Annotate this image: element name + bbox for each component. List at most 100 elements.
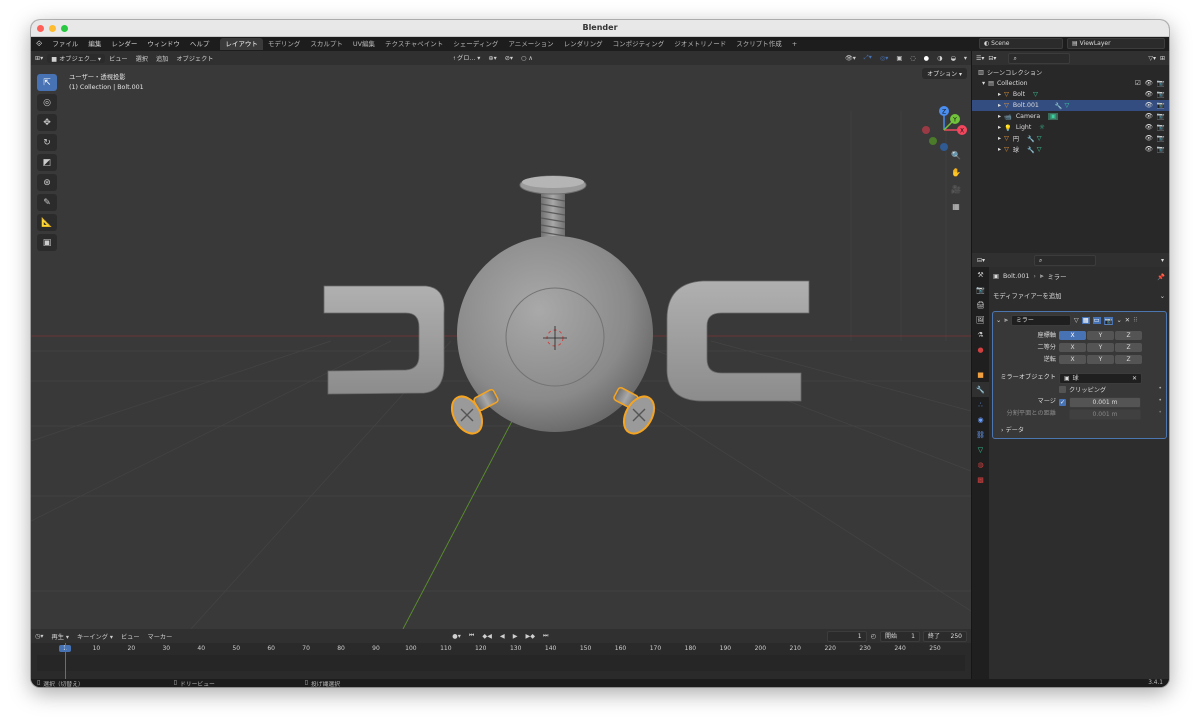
gizmo-neg-x[interactable] [922,126,930,134]
shading-rendered-icon[interactable]: ◒ [946,55,959,62]
visibility-icon[interactable]: 👁▾ [841,54,860,62]
jump-end-icon[interactable]: ⏭ [539,632,553,640]
overlay-toggle-icon[interactable]: ◎▾ [876,55,893,62]
right-magnet-mesh[interactable] [666,280,810,402]
current-frame-field[interactable]: 1 [826,630,867,642]
drag-handle-icon[interactable]: ⠿ [1133,317,1138,324]
merge-checkbox[interactable]: ✓ [1059,399,1066,406]
menu-file[interactable]: ファイル [47,37,83,51]
bisect-z-toggle[interactable]: Z [1115,343,1142,352]
record-icon[interactable]: ●▾ [448,633,465,640]
modifier-tab-icon[interactable]: 🔧 [972,382,989,397]
start-frame-field[interactable]: 開始 1 [880,630,920,642]
edit-mode-toggle-icon[interactable]: ▦ [1081,317,1090,324]
workspace-tab-compositing[interactable]: コンポジティング [608,38,670,50]
playback-menu[interactable]: 再生 ▾ [48,632,73,641]
zoom-icon[interactable]: 🔍 [947,149,965,163]
view-layer-selector[interactable]: ▤ ViewLayer [1067,38,1165,49]
annotate-tool-icon[interactable]: ✎ [37,194,57,211]
outliner-item-bolt[interactable]: ▸ ▽ Bolt ▽ 👁 📷 [972,89,1169,100]
timeline-editor-type-icon[interactable]: ◷▾ [31,633,48,640]
outliner-filter-icon[interactable]: ▽▾ [1148,55,1156,62]
properties-options-icon[interactable]: ▾ [1156,257,1169,264]
properties-search-input[interactable]: ⌕ [1034,254,1097,266]
workspace-tab-uv[interactable]: UV編集 [348,38,380,50]
view-layer-tab-icon[interactable]: 🖼 [972,312,989,327]
left-magnet-mesh[interactable] [323,285,445,395]
add-workspace-button[interactable]: + [787,38,802,50]
material-tab-icon[interactable]: ◍ [972,457,989,472]
keying-menu[interactable]: キーイング ▾ [73,632,117,641]
camera-view-icon[interactable]: 🎥 [947,183,965,197]
transform-orientation-selector[interactable]: ⟊ グロ... ▾ [449,53,484,63]
render-icon[interactable]: 📷 [1157,144,1165,155]
collection-checkbox-icon[interactable]: ☑ [1135,78,1141,89]
physics-tab-icon[interactable]: ◉ [972,412,989,427]
properties-editor-type-icon[interactable]: ⊟▾ [972,257,990,264]
measure-tool-icon[interactable]: 📐 [37,214,57,231]
outliner-editor-type-icon[interactable]: ☰▾ [976,55,984,62]
edit-cage-icon[interactable]: ▽ [1074,317,1079,324]
options-button[interactable]: オプション ▾ [922,68,967,79]
blender-logo-icon[interactable]: ⟐ [31,37,47,51]
scene-selector[interactable]: ◐ Scene [979,38,1063,49]
play-reverse-icon[interactable]: ◀ [496,633,509,640]
end-frame-field[interactable]: 終了 250 [923,630,967,642]
tool-tab-icon[interactable]: ⚒ [972,267,989,282]
expand-arrow-icon[interactable]: ▸ [998,91,1001,98]
expand-arrow-icon[interactable]: ▸ [998,135,1001,142]
particles-tab-icon[interactable]: ∴ [972,397,989,412]
playhead[interactable] [65,643,66,679]
texture-tab-icon[interactable]: ▩ [972,472,989,487]
menu-edit[interactable]: 編集 [83,37,106,51]
workspace-tab-layout[interactable]: レイアウト [220,38,263,50]
clipping-checkbox[interactable]: クリッピング [1059,385,1106,394]
collection-render-icon[interactable]: 📷 [1157,78,1165,89]
shading-material-icon[interactable]: ◑ [933,55,946,62]
collection-visibility-icon[interactable]: 👁 [1145,78,1153,89]
snap-icon[interactable]: ⊘▾ [501,55,517,62]
workspace-tab-sculpt[interactable]: スカルプト [305,38,348,50]
flip-z-toggle[interactable]: Z [1115,355,1142,364]
workspace-tab-texture-paint[interactable]: テクスチャペイント [380,38,448,50]
view-menu[interactable]: ビュー [105,54,132,63]
bisect-distance-field[interactable]: 0.001 m [1069,409,1141,420]
outliner-item-circle[interactable]: ▸ ▽ 円 🔧 ▽ 👁 📷 [972,133,1169,144]
selected-bolt-left[interactable] [446,388,499,439]
data-subpanel-header[interactable]: › データ [993,425,1168,435]
bisect-x-toggle[interactable]: X [1059,343,1086,352]
mode-selector[interactable]: ■ オブジェク... ▾ [47,53,106,63]
visibility-icon[interactable]: 👁 [1145,133,1153,144]
select-menu[interactable]: 選択 [132,54,152,63]
proportional-edit-icon[interactable]: ○ ∧ [517,55,537,62]
outliner-search-input[interactable]: ⌕ [1008,52,1071,64]
world-tab-icon[interactable]: ● [972,342,989,357]
visibility-icon[interactable]: 👁 [1145,89,1153,100]
axis-y-toggle[interactable]: Y [1087,331,1114,340]
move-tool-icon[interactable]: ✥ [37,114,57,131]
data-tab-icon[interactable]: ▽ [972,442,989,457]
editor-type-icon[interactable]: ⊞▾ [31,55,47,62]
bisect-y-toggle[interactable]: Y [1087,343,1114,352]
clipping-checkbox-box[interactable] [1059,386,1066,393]
delete-modifier-icon[interactable]: ✕ [1125,317,1130,324]
keyframe-dot-icon[interactable]: • [1158,385,1162,392]
selected-bolt-right[interactable] [613,386,660,439]
new-collection-icon[interactable]: ⊞ [1160,55,1165,62]
render-tab-icon[interactable]: 📷 [972,282,989,297]
output-tab-icon[interactable]: 🖨 [972,297,989,312]
keyframe-dot-icon[interactable]: • [1158,409,1162,416]
keyframe-dot-icon[interactable]: • [1158,397,1162,404]
gizmo-toggle-icon[interactable]: ⤢▾ [860,54,876,62]
mirror-object-field[interactable]: ▣ 球 ✕ [1059,373,1142,384]
axis-x-toggle[interactable]: X [1059,331,1086,340]
xray-toggle-icon[interactable]: ▣ [892,55,906,62]
clear-field-icon[interactable]: ✕ [1132,374,1137,383]
visibility-icon[interactable]: 👁 [1145,100,1153,111]
expand-arrow-icon[interactable]: ▸ [998,124,1001,131]
add-cube-tool-icon[interactable]: ▣ [37,234,57,251]
merge-distance-field[interactable]: 0.001 m [1069,397,1141,408]
pin-icon[interactable]: 📌 [1157,273,1165,281]
pivot-icon[interactable]: ⊕▾ [484,55,500,62]
flip-y-toggle[interactable]: Y [1087,355,1114,364]
